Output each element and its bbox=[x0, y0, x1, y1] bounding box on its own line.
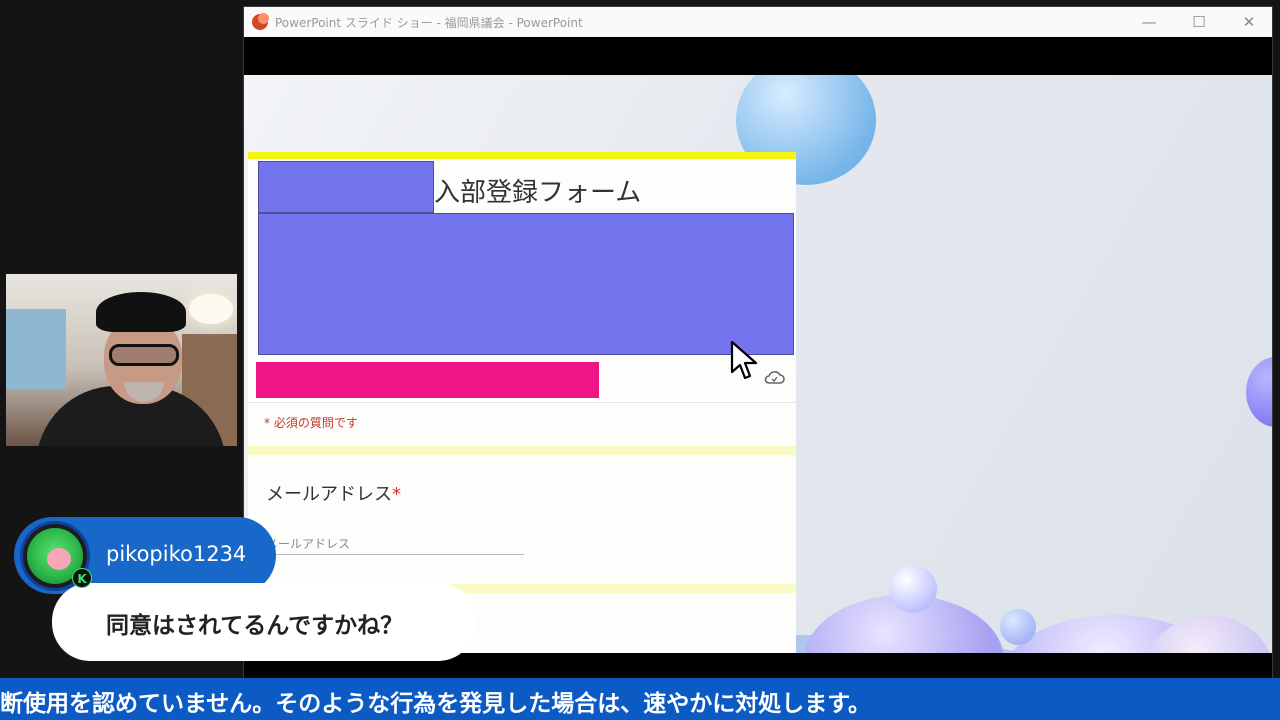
email-input-underline bbox=[264, 554, 524, 555]
presenter-cap bbox=[96, 292, 186, 332]
webcam-background-window bbox=[6, 309, 66, 389]
redacted-box bbox=[258, 161, 434, 213]
redacted-bar bbox=[256, 362, 599, 398]
decorative-bubble bbox=[1000, 609, 1036, 645]
decorative-bubble bbox=[889, 565, 937, 613]
required-note: * 必須の質問です bbox=[264, 416, 358, 430]
minimize-button[interactable]: — bbox=[1129, 11, 1169, 33]
cloud-icon bbox=[764, 371, 785, 384]
window-titlebar[interactable]: PowerPoint スライド ショー - 福岡県議会 - PowerPoint… bbox=[244, 7, 1272, 37]
presenter-glasses bbox=[109, 344, 179, 366]
window-title: PowerPoint スライド ショー - 福岡県議会 - PowerPoint bbox=[275, 16, 583, 30]
divider bbox=[248, 402, 796, 403]
chat-message: 同意はされてるんですかね？ bbox=[106, 613, 404, 639]
form-card: 入部登録フォーム * 必須の質問です メールアドレス* メールアドレス 氏名* bbox=[248, 152, 796, 653]
webcam-feed bbox=[6, 274, 237, 446]
question-email-text: メールアドレス bbox=[266, 484, 392, 505]
decorative-bubble bbox=[1246, 357, 1272, 427]
redacted-banner bbox=[258, 213, 794, 355]
form-title: 入部登録フォーム bbox=[434, 178, 642, 208]
email-input[interactable]: メールアドレス bbox=[266, 535, 350, 552]
mouse-cursor-icon bbox=[730, 340, 758, 380]
section-divider bbox=[248, 446, 796, 455]
powerpoint-window: PowerPoint スライド ショー - 福岡県議会 - PowerPoint… bbox=[244, 7, 1272, 678]
letterbox-top bbox=[244, 37, 1272, 75]
avatar-face bbox=[47, 548, 71, 570]
powerpoint-logo-icon bbox=[252, 13, 269, 30]
chat-username: pikopiko1234 bbox=[106, 542, 247, 566]
required-star: * bbox=[392, 484, 401, 505]
ticker-text: 断使用を認めていません。そのような行為を発見した場合は、速やかに対処します。 bbox=[0, 691, 872, 717]
platform-badge-icon: K bbox=[72, 568, 92, 588]
form-header-stripe bbox=[248, 152, 796, 159]
slide-background: 入部登録フォーム * 必須の質問です メールアドレス* メールアドレス 氏名* bbox=[244, 75, 1272, 653]
news-ticker: 断使用を認めていません。そのような行為を発見した場合は、速やかに対処します。 bbox=[0, 678, 1280, 720]
maximize-button[interactable]: ☐ bbox=[1179, 11, 1219, 33]
webcam-lamp bbox=[189, 294, 233, 324]
question-email-label: メールアドレス* bbox=[266, 480, 401, 506]
close-button[interactable]: ✕ bbox=[1229, 11, 1269, 33]
